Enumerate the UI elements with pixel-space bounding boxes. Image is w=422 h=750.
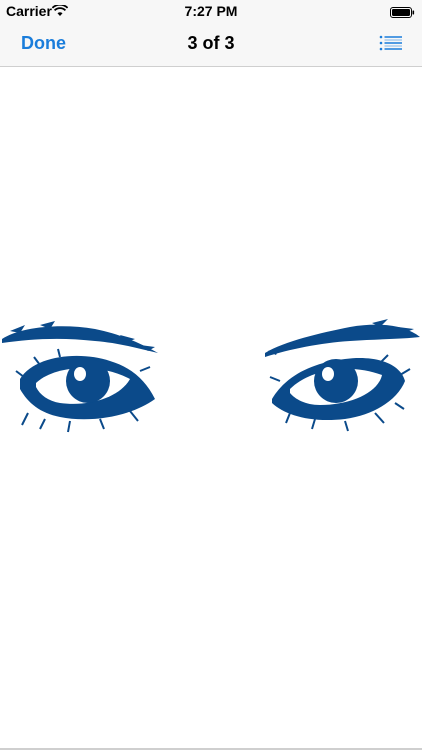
viewer-screen: Carrier 7:27 PM Done 3 of 3	[0, 0, 422, 750]
page-content	[0, 67, 422, 747]
navigation-bar: Done 3 of 3	[0, 22, 422, 67]
status-bar: Carrier 7:27 PM	[0, 0, 422, 22]
list-icon[interactable]	[379, 34, 403, 54]
eyes-illustration	[2, 319, 420, 433]
page-counter-title: 3 of 3	[187, 33, 235, 53]
status-time: 7:27 PM	[184, 3, 238, 19]
battery-icon	[390, 5, 415, 18]
